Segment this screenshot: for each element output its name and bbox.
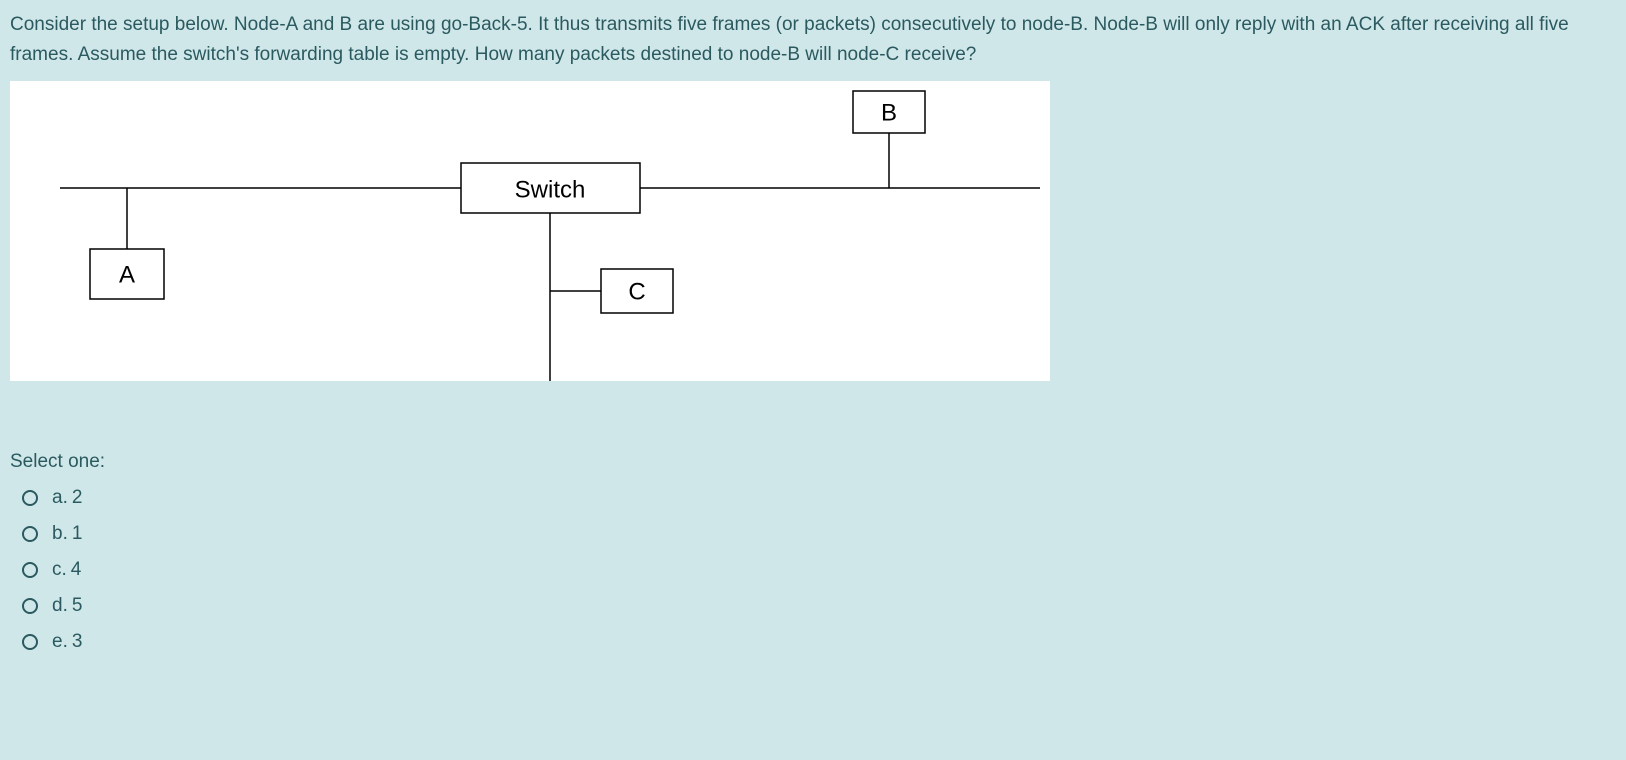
switch-label: Switch [515, 176, 586, 203]
radio-icon [22, 526, 38, 542]
option-letter: b. [52, 523, 68, 545]
node-a-label: A [119, 261, 135, 288]
option-letter: e. [52, 631, 68, 653]
radio-icon [22, 598, 38, 614]
node-c-label: C [628, 278, 645, 305]
radio-icon [22, 490, 38, 506]
question-text: Consider the setup below. Node-A and B a… [10, 10, 1616, 71]
option-letter: d. [52, 595, 68, 617]
radio-icon [22, 562, 38, 578]
answers-section: Select one: a. 2 b. 1 c. 4 d. 5 e. 3 [10, 451, 1616, 653]
select-one-label: Select one: [10, 451, 1616, 473]
option-value: 5 [72, 595, 83, 617]
option-a[interactable]: a. 2 [10, 487, 1616, 509]
node-b-label: B [881, 99, 897, 126]
option-value: 2 [72, 487, 83, 509]
option-value: 4 [71, 559, 82, 581]
option-c[interactable]: c. 4 [10, 559, 1616, 581]
option-letter: a. [52, 487, 68, 509]
option-letter: c. [52, 559, 67, 581]
option-d[interactable]: d. 5 [10, 595, 1616, 617]
network-diagram: Switch A B C [10, 81, 1050, 381]
option-e[interactable]: e. 3 [10, 631, 1616, 653]
option-value: 3 [72, 631, 83, 653]
option-b[interactable]: b. 1 [10, 523, 1616, 545]
diagram-svg: Switch A B C [10, 81, 1050, 381]
radio-icon [22, 634, 38, 650]
option-value: 1 [72, 523, 83, 545]
